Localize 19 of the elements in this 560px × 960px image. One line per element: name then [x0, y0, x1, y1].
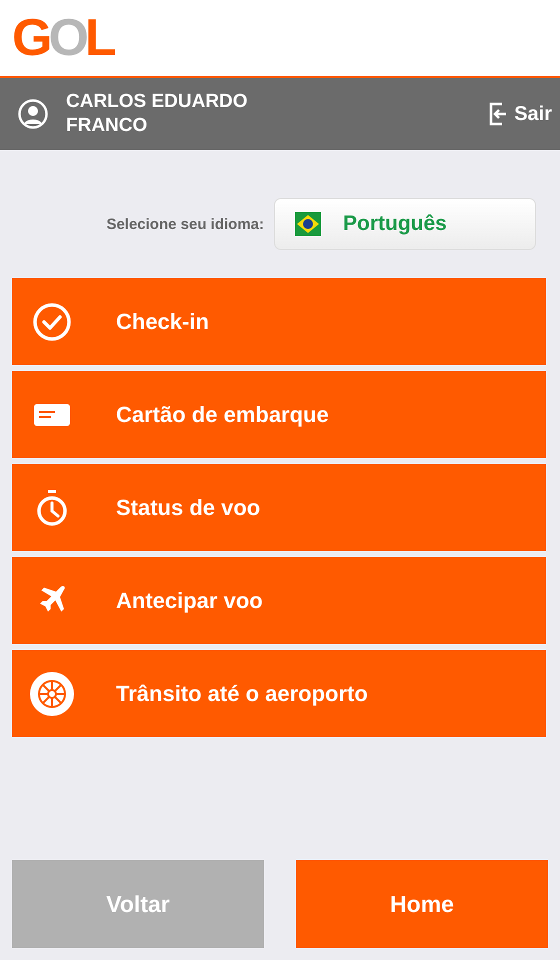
menu-item[interactable]: Cartão de embarque	[12, 371, 546, 458]
user-name: CARLOS EDUARDO FRANCO	[66, 90, 249, 138]
wheel-icon	[30, 672, 74, 716]
logout-icon	[488, 102, 508, 126]
menu-item[interactable]: Check-in	[12, 278, 546, 365]
language-label: Selecione seu idioma:	[106, 216, 264, 232]
check-circle-icon	[32, 302, 72, 342]
card-icon	[34, 404, 70, 426]
menu-item[interactable]: Status de voo	[12, 464, 546, 551]
user-icon	[18, 99, 48, 129]
logout-button[interactable]: Sair	[488, 102, 552, 126]
stopwatch-icon	[36, 488, 68, 526]
logo: GOL	[12, 10, 113, 66]
menu-item[interactable]: Antecipar voo	[12, 557, 546, 644]
language-button[interactable]: Português	[274, 198, 536, 250]
back-button[interactable]: Voltar	[12, 860, 264, 948]
menu-item[interactable]: Trânsito até o aeroporto	[12, 650, 546, 737]
flag-icon	[295, 212, 321, 236]
home-button[interactable]: Home	[296, 860, 548, 948]
